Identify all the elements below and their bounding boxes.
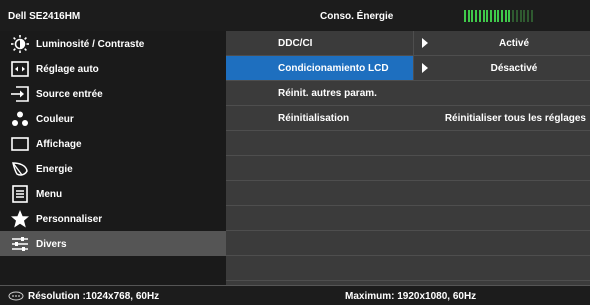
energy-usage-meter (464, 10, 534, 22)
setting-row-factory-reset[interactable]: Réinitialisation Réinitialiser tous les … (226, 106, 590, 131)
sidebar-item-label: Source entrée (36, 89, 103, 100)
monitor-input-icon (8, 291, 24, 301)
empty-row (226, 181, 590, 206)
sidebar-item-label: Luminosité / Contraste (36, 39, 145, 50)
sidebar-item-label: Couleur (36, 114, 74, 125)
energy-meter-segment (497, 10, 500, 22)
energy-meter-segment (467, 10, 470, 22)
section-title: Conso. Énergie (320, 11, 394, 22)
monitor-osd: Dell SE2416HM Conso. Énergie Luminosité … (0, 0, 590, 305)
setting-label-cell: Réinit. autres param. (226, 81, 413, 105)
setting-label: DDC/CI (278, 38, 313, 49)
color-icon (12, 111, 28, 126)
energy-meter-segment (464, 10, 466, 22)
setting-label: Réinit. autres param. (278, 88, 377, 99)
play-arrow-icon (422, 38, 428, 48)
energy-icon (12, 162, 28, 176)
energy-meter-segment (526, 10, 529, 22)
sidebar-item-energy[interactable]: Energie (0, 156, 226, 181)
sidebar-item-label: Menu (36, 189, 63, 200)
energy-meter-segment (504, 10, 507, 22)
setting-value: Désactivé (490, 63, 538, 74)
energy-meter-segment (493, 10, 496, 22)
sidebar-item-others[interactable]: Divers (0, 231, 226, 256)
setting-value: Activé (498, 38, 529, 49)
setting-label-cell: Réinitialisation (226, 106, 413, 130)
settings-panel: DDC/CI Activé Condicionamiento LCD Désac… (226, 31, 590, 285)
current-resolution: Résolution :1024x768, 60Hz (28, 291, 160, 302)
brightness-icon (11, 35, 29, 53)
sidebar-item-label: Personnaliser (36, 214, 103, 225)
energy-meter-segment (471, 10, 474, 22)
setting-label-cell: Condicionamiento LCD (226, 56, 413, 80)
star-icon (11, 210, 29, 228)
setting-value-cell[interactable]: Désactivé (438, 56, 590, 80)
setting-row-reset-other[interactable]: Réinit. autres param. (226, 81, 590, 106)
sliders-icon (12, 237, 28, 251)
energy-meter-segment (512, 10, 515, 22)
auto-adjust-icon (11, 61, 29, 77)
sidebar-item-menu[interactable]: Menu (0, 181, 226, 206)
sidebar-item-personalize[interactable]: Personnaliser (0, 206, 226, 231)
empty-row (226, 256, 590, 281)
sidebar-item-label: Divers (36, 239, 67, 250)
energy-meter-segment (475, 10, 478, 22)
sidebar-item-input-source[interactable]: Source entrée (0, 81, 226, 106)
energy-meter-segment (519, 10, 522, 22)
sidebar-item-label: Réglage auto (36, 64, 99, 75)
sidebar-item-brightness-contrast[interactable]: Luminosité / Contraste (0, 31, 226, 56)
sidebar-item-auto-adjust[interactable]: Réglage auto (0, 56, 226, 81)
sidebar-menu: Luminosité / Contraste Réglage auto Sour… (0, 31, 226, 285)
monitor-model: Dell SE2416HM (8, 11, 81, 22)
energy-meter-segment (508, 10, 511, 22)
submenu-arrow-cell (413, 31, 438, 55)
energy-meter-segment (523, 10, 526, 22)
setting-label: Réinitialisation (278, 113, 350, 124)
energy-meter-segment (486, 10, 489, 22)
sidebar-item-label: Energie (36, 164, 73, 175)
setting-row-lcd-conditioning[interactable]: Condicionamiento LCD Désactivé (226, 56, 590, 81)
energy-meter-segment (482, 10, 485, 22)
setting-label-cell: DDC/CI (226, 31, 413, 55)
menu-icon (12, 185, 28, 203)
display-icon (11, 137, 29, 151)
osd-header: Dell SE2416HM Conso. Énergie (0, 0, 590, 32)
input-source-icon (11, 86, 29, 102)
energy-meter-segment (515, 10, 518, 22)
energy-meter-segment (530, 10, 533, 22)
osd-footer: Résolution :1024x768, 60Hz Maximum: 1920… (0, 285, 590, 305)
sidebar-item-color[interactable]: Couleur (0, 106, 226, 131)
energy-meter-segment (501, 10, 503, 22)
empty-row (226, 231, 590, 256)
sidebar-item-display[interactable]: Affichage (0, 131, 226, 156)
sidebar-item-label: Affichage (36, 139, 82, 150)
empty-row (226, 131, 590, 156)
setting-value: Réinitialiser tous les réglages (444, 113, 586, 124)
empty-row (226, 206, 590, 231)
energy-meter-segment (478, 10, 481, 22)
energy-meter-segment (489, 10, 492, 22)
setting-label: Condicionamiento LCD (278, 63, 389, 74)
setting-row-ddc-ci[interactable]: DDC/CI Activé (226, 31, 590, 56)
setting-value-cell[interactable]: Activé (438, 31, 590, 55)
play-arrow-icon (422, 63, 428, 73)
maximum-resolution: Maximum: 1920x1080, 60Hz (345, 291, 477, 302)
empty-row (226, 156, 590, 181)
submenu-arrow-cell (413, 56, 438, 80)
